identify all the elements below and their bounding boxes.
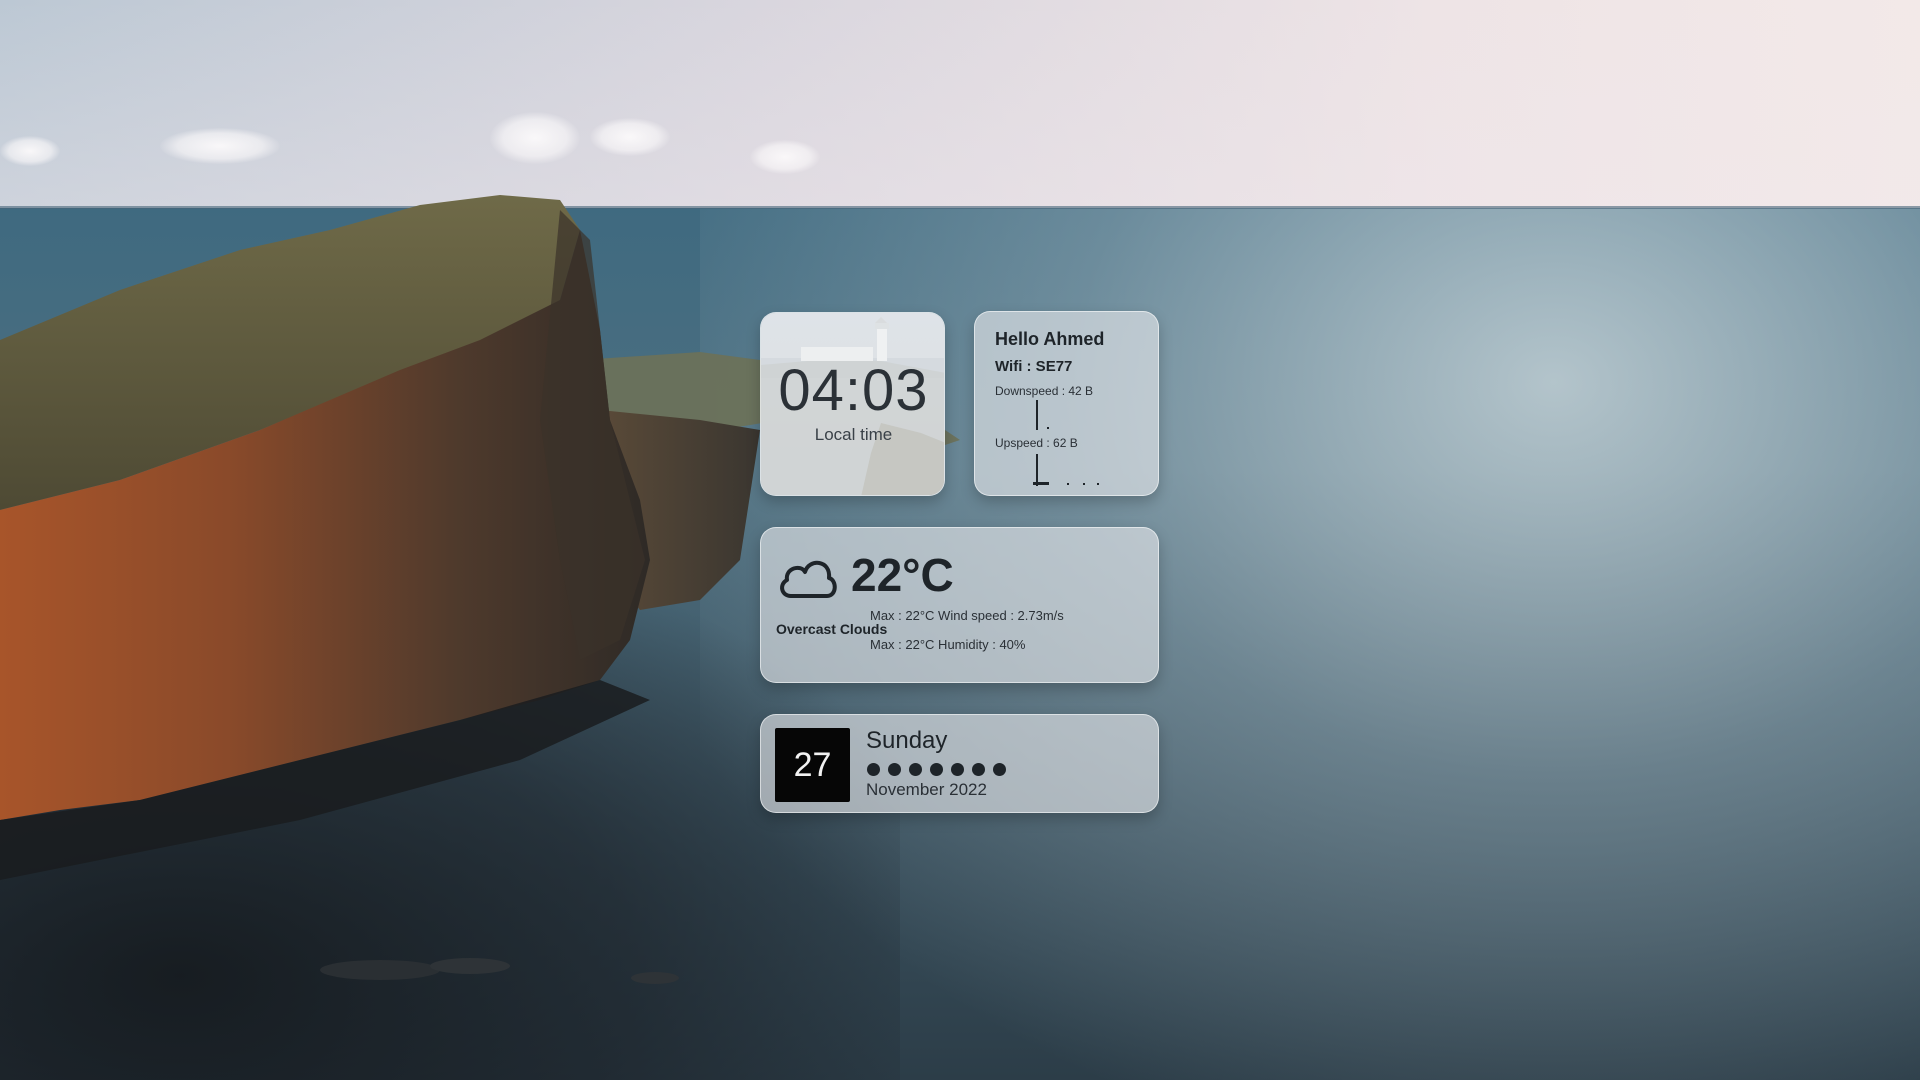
week-dot: [930, 763, 943, 776]
clock-label: Local time: [814, 425, 893, 444]
weekday: Sunday: [866, 727, 948, 754]
wifi-name: Wifi : SE77: [995, 358, 1073, 375]
temperature: 22°C: [851, 549, 954, 601]
network-widget[interactable]: Hello Ahmed Wifi : SE77 Downspeed : 42 B…: [974, 311, 1159, 496]
week-dot: [867, 763, 880, 776]
week-dot: [909, 763, 922, 776]
clock-time: 04:03: [778, 358, 929, 423]
downspeed-graph: [1036, 400, 1049, 430]
weather-description: Overcast Clouds: [776, 621, 888, 637]
weather-humidity: Max : 22°C Humidity : 40%: [870, 637, 1026, 652]
week-dot: [972, 763, 985, 776]
cloud-icon: [780, 561, 837, 598]
week-dot: [993, 763, 1006, 776]
greeting-text: Hello Ahmed: [995, 329, 1105, 349]
week-dot: [951, 763, 964, 776]
upspeed-label: Upspeed : 62 B: [995, 436, 1078, 450]
day-number: 27: [775, 728, 850, 802]
upspeed-graph: [1033, 454, 1099, 486]
clock-widget[interactable]: 04:03 Local time: [760, 312, 945, 496]
downspeed-label: Downspeed : 42 B: [995, 384, 1094, 398]
month-year: November 2022: [866, 780, 987, 799]
week-dots: [867, 763, 1006, 776]
date-widget[interactable]: 27 Sunday November 2022: [760, 714, 1159, 813]
week-dot: [888, 763, 901, 776]
weather-widget[interactable]: 22°C Overcast Clouds Max : 22°C Wind spe…: [760, 527, 1159, 683]
weather-wind: Max : 22°C Wind speed : 2.73m/s: [870, 608, 1064, 623]
